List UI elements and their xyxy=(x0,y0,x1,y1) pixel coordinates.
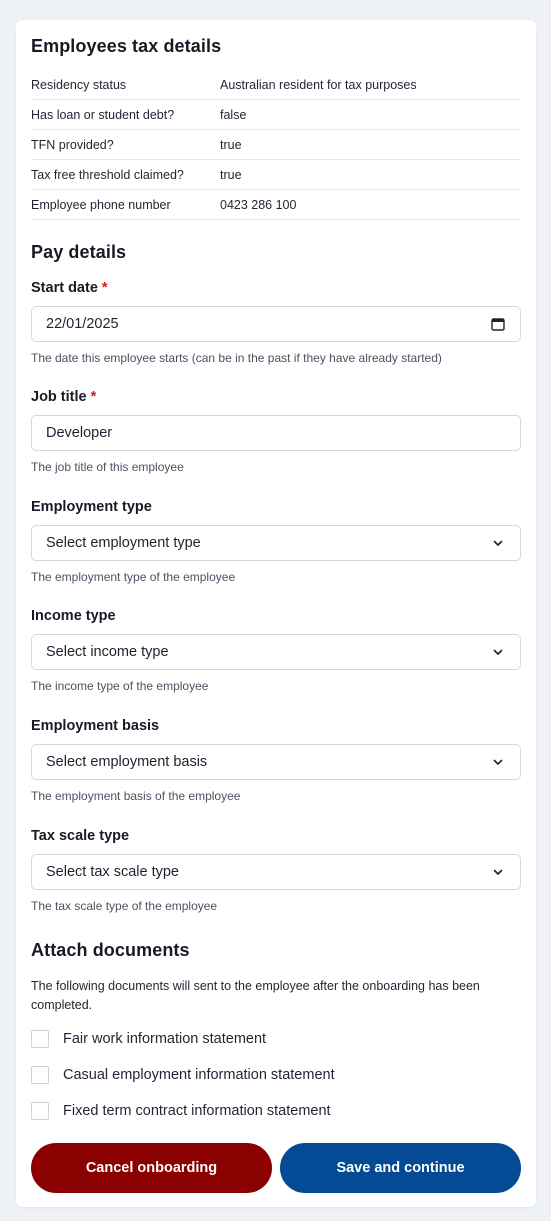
chevron-down-icon xyxy=(490,535,506,551)
save-and-continue-button[interactable]: Save and continue xyxy=(280,1143,521,1193)
income-type-select[interactable]: Select income type xyxy=(31,634,521,670)
document-label: Fixed term contract information statemen… xyxy=(63,1103,331,1119)
employment-basis-label: Employment basis xyxy=(31,718,160,734)
tax-scale-type-field: Tax scale type Select tax scale type The… xyxy=(31,826,521,913)
tax-row-key: Tax free threshold claimed? xyxy=(31,167,184,182)
attach-documents-description: The following documents will sent to the… xyxy=(31,979,480,1012)
document-fixed-term[interactable]: Fixed term contract information statemen… xyxy=(31,1102,331,1120)
employment-basis-help: The employment basis of the employee xyxy=(31,789,241,803)
document-fair-work[interactable]: Fair work information statement xyxy=(31,1030,266,1048)
tax-row-residency: Residency status Australian resident for… xyxy=(31,71,521,100)
chevron-down-icon xyxy=(490,864,506,880)
pay-details-title: Pay details xyxy=(31,242,127,262)
required-mark: * xyxy=(101,280,108,296)
cancel-onboarding-button[interactable]: Cancel onboarding xyxy=(31,1143,272,1193)
employment-type-label: Employment type xyxy=(31,499,152,515)
attach-documents-title: Attach documents xyxy=(31,940,190,960)
income-type-label: Income type xyxy=(31,608,116,624)
tax-row-loan: Has loan or student debt? false xyxy=(31,100,521,130)
start-date-input[interactable]: 22/01/2025 xyxy=(31,306,521,342)
tax-details-title: Employees tax details xyxy=(31,36,222,56)
chevron-down-icon xyxy=(490,644,506,660)
required-mark: * xyxy=(90,389,97,405)
tax-row-value: false xyxy=(220,107,247,122)
document-label: Fair work information statement xyxy=(63,1031,267,1047)
tax-row-tfn: TFN provided? true xyxy=(31,130,521,160)
employment-basis-field: Employment basis Select employment basis… xyxy=(31,716,521,803)
income-type-field: Income type Select income type The incom… xyxy=(31,606,521,693)
tax-row-phone: Employee phone number 0423 286 100 xyxy=(31,190,521,220)
job-title-label-text: Job title xyxy=(31,389,87,405)
employment-type-field: Employment type Select employment type T… xyxy=(31,497,521,584)
document-label: Casual employment information statement xyxy=(63,1067,335,1083)
tax-row-value: true xyxy=(220,167,242,182)
onboarding-card: Employees tax details Residency status A… xyxy=(16,20,536,1207)
employment-basis-select[interactable]: Select employment basis xyxy=(31,744,521,780)
start-date-value: 22/01/2025 xyxy=(46,316,119,332)
tax-row-value: true xyxy=(220,137,242,152)
tax-row-key: TFN provided? xyxy=(31,137,114,152)
start-date-field: Start date * 22/01/2025 The date this emp… xyxy=(31,278,521,365)
job-title-help: The job title of this employee xyxy=(31,460,184,474)
income-type-selected: Select income type xyxy=(46,644,169,660)
job-title-label: Job title * xyxy=(31,387,521,407)
tax-scale-type-label: Tax scale type xyxy=(31,828,130,844)
job-title-input[interactable]: Developer xyxy=(31,415,521,451)
tax-row-key: Residency status xyxy=(31,78,127,92)
job-title-value: Developer xyxy=(46,425,113,441)
tax-scale-type-select[interactable]: Select tax scale type xyxy=(31,854,521,890)
tax-scale-type-help: The tax scale type of the employee xyxy=(31,899,218,913)
document-checkbox[interactable] xyxy=(31,1102,49,1120)
employment-type-help: The employment type of the employee xyxy=(31,570,236,584)
chevron-down-icon xyxy=(490,754,506,770)
tax-scale-type-selected: Select tax scale type xyxy=(46,864,179,880)
tax-row-key: Has loan or student debt? xyxy=(31,107,175,122)
job-title-field: Job title * Developer The job title of th… xyxy=(31,387,521,474)
document-checkbox[interactable] xyxy=(31,1030,49,1048)
tax-row-value: 0423 286 100 xyxy=(220,197,297,212)
tax-row-value: Australian resident for tax purposes xyxy=(220,78,417,92)
document-casual-employment[interactable]: Casual employment information statement xyxy=(31,1066,335,1084)
income-type-help: The income type of the employee xyxy=(31,679,209,693)
employment-type-select[interactable]: Select employment type xyxy=(31,525,521,561)
document-checkbox[interactable] xyxy=(31,1066,49,1084)
employment-basis-selected: Select employment basis xyxy=(46,754,208,770)
start-date-label: Start date * xyxy=(31,278,521,298)
tax-row-key: Employee phone number xyxy=(31,197,171,212)
start-date-label-text: Start date xyxy=(31,280,98,296)
tax-details-table: Residency status Australian resident for… xyxy=(31,71,521,220)
tax-row-threshold: Tax free threshold claimed? true xyxy=(31,160,521,190)
employment-type-selected: Select employment type xyxy=(46,535,201,551)
start-date-help: The date this employee starts (can be in… xyxy=(31,351,442,365)
calendar-icon[interactable] xyxy=(490,316,506,332)
